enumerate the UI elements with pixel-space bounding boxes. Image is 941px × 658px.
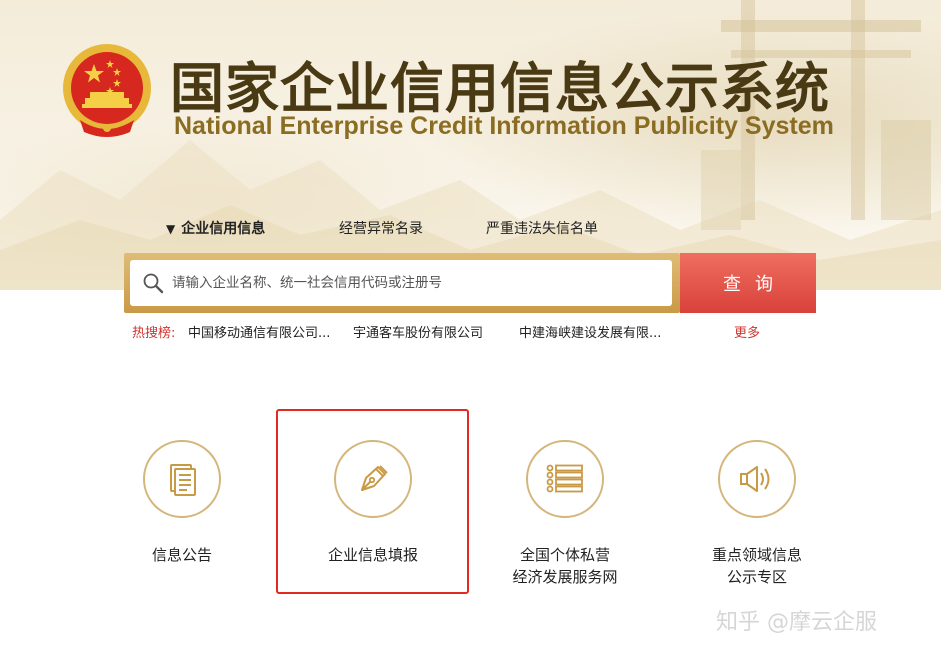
watermark: 知乎 @摩云企服 [716, 610, 877, 635]
tab-serious-violation[interactable]: 严重违法失信名单 [486, 218, 598, 238]
tab-label: 企业信用信息 [181, 221, 266, 237]
search-box [130, 260, 672, 306]
feature-private-economy-service[interactable]: 全国个体私营 经济发展服务网 [475, 440, 655, 588]
search-bar [124, 253, 680, 313]
document-icon [170, 464, 196, 496]
feature-label-line: 重点领域信息 [711, 546, 802, 564]
header-banner: 国家企业信用信息公示系统 National Enterprise Credit … [0, 0, 941, 290]
hot-search-item[interactable]: 中建海峡建设发展有限... [519, 322, 661, 341]
feature-label-line: 经济发展服务网 [512, 568, 618, 586]
triangle-down-icon: ▼ [166, 222, 176, 236]
tab-enterprise-credit[interactable]: ▼ 企业信用信息 [166, 218, 265, 238]
feature-label-line: 公示专区 [726, 568, 787, 586]
feature-info-announcement[interactable]: 信息公告 [92, 440, 272, 566]
hot-search-list: 热搜榜: 中国移动通信有限公司... 宇通客车股份有限公司 中建海峡建设发展有限… [132, 322, 772, 344]
site-subtitle: National Enterprise Credit Information P… [174, 112, 834, 140]
hot-search-label: 热搜榜: [132, 326, 176, 341]
search-input[interactable] [172, 260, 662, 306]
hot-search-item[interactable]: 中国移动通信有限公司... [188, 322, 330, 341]
highlight-annotation-box [276, 409, 469, 594]
tab-label: 经营异常名录 [339, 221, 423, 237]
hot-search-item[interactable]: 宇通客车股份有限公司 [353, 322, 483, 341]
search-icon [143, 273, 164, 294]
feature-label-line: 全国个体私营 [519, 546, 610, 564]
feature-icon-circle [143, 440, 221, 518]
national-emblem-icon [63, 44, 151, 137]
tab-abnormal-operation[interactable]: 经营异常名录 [339, 218, 423, 238]
feature-label: 信息公告 [92, 544, 272, 566]
search-button[interactable]: 查询 [680, 253, 816, 313]
search-tabs: ▼ 企业信用信息 经营异常名录 严重违法失信名单 [0, 218, 941, 240]
more-link[interactable]: 更多 [734, 322, 760, 341]
feature-label: 全国个体私营 经济发展服务网 [475, 544, 655, 588]
feature-key-area-info[interactable]: 重点领域信息 公示专区 [667, 440, 847, 588]
feature-label-line: 信息公告 [151, 546, 212, 564]
speaker-icon [740, 466, 770, 492]
feature-icon-circle [718, 440, 796, 518]
feature-icon-circle [526, 440, 604, 518]
tab-label: 严重违法失信名单 [486, 221, 598, 237]
feature-label: 重点领域信息 公示专区 [667, 544, 847, 588]
list-icon [546, 464, 583, 493]
